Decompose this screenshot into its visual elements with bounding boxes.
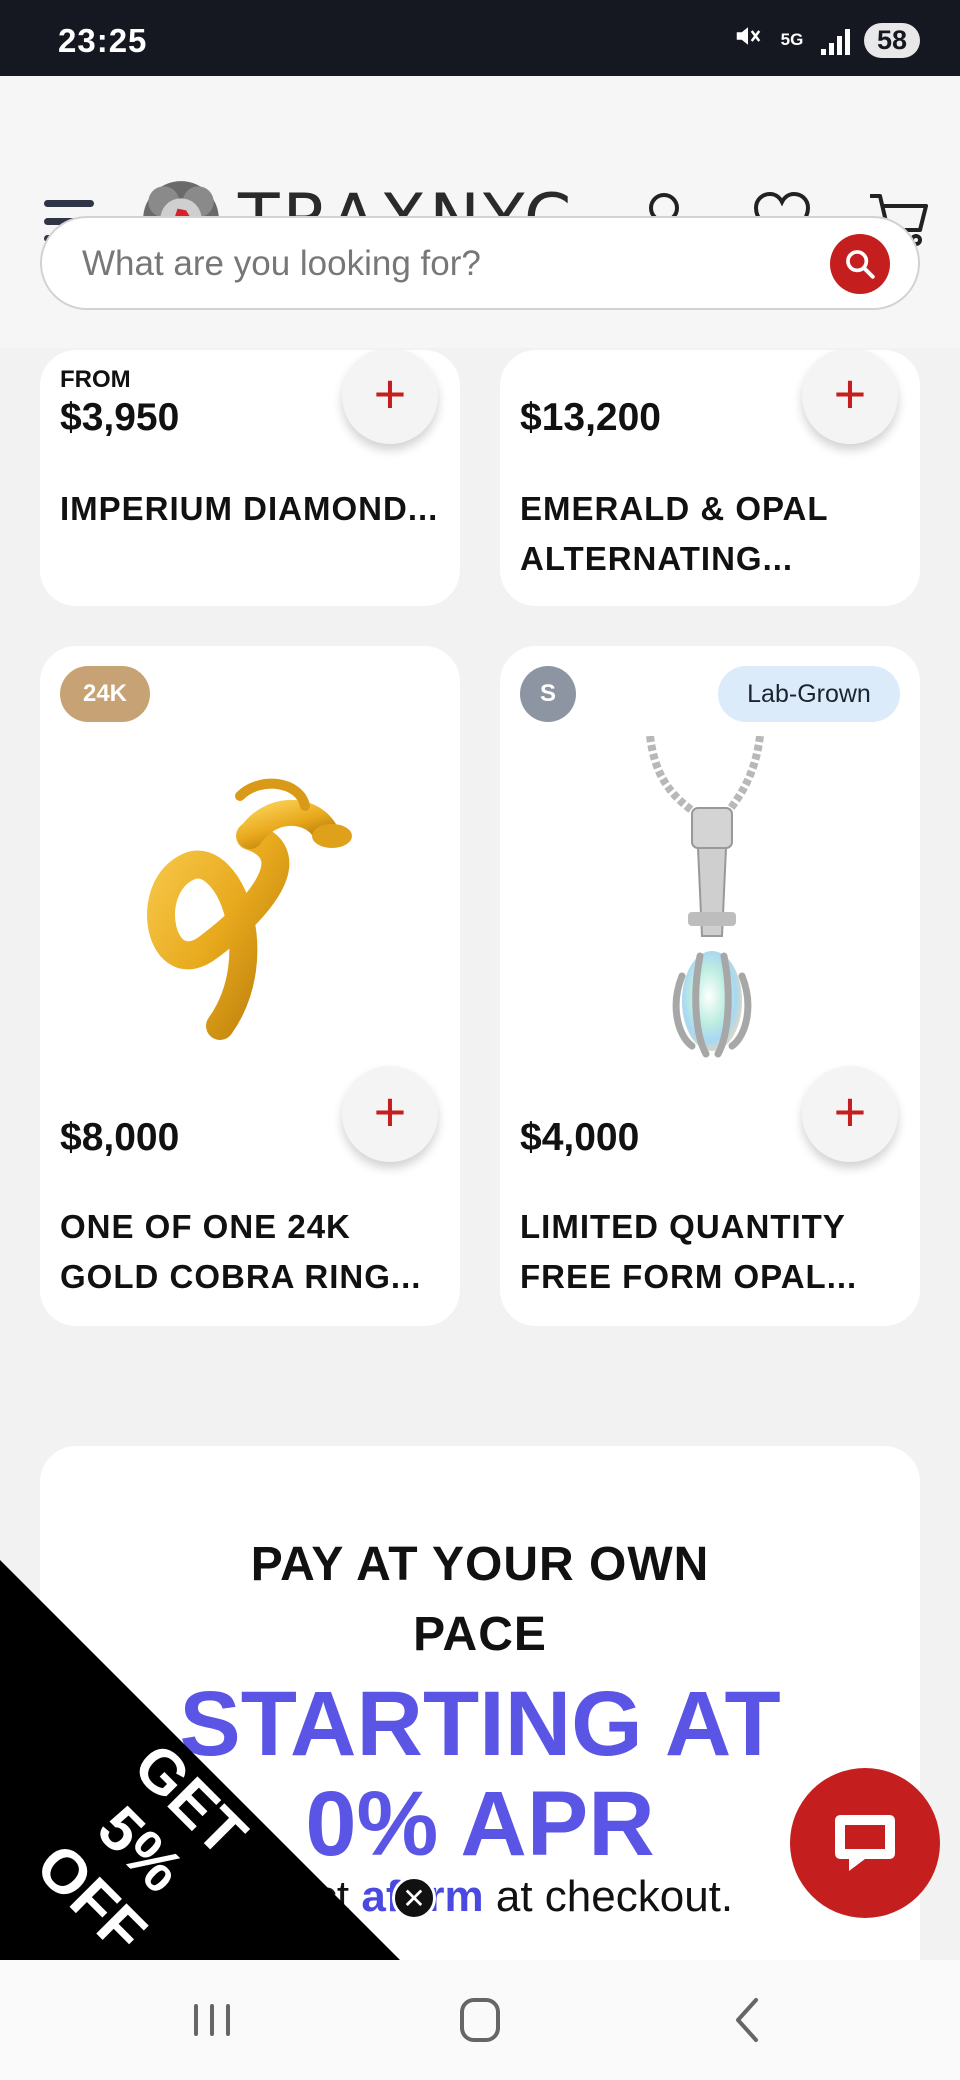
plus-icon: + [833, 362, 867, 425]
chat-icon [835, 1815, 895, 1871]
opal-claw-pendant-image [646, 736, 764, 1058]
product-title[interactable]: IMPERIUM DIAMOND... [60, 484, 440, 534]
home-icon[interactable] [450, 1994, 510, 2046]
5g-icon: 5G [780, 30, 804, 49]
checkout-text: at checkout. [495, 1872, 734, 1921]
battery-icon: 58 [864, 22, 920, 58]
product-card[interactable]: FROM $3,950 + IMPERIUM DIAMOND... [40, 350, 460, 606]
metal-badge: S [520, 666, 576, 722]
product-card[interactable]: 24K + $8,000 ONE OF ONE 24K GOLD COBRA R… [40, 646, 460, 1326]
product-card[interactable]: S Lab-Grown + $4,000 LIMITED QUANTITY FR… [500, 646, 920, 1326]
karat-badge: 24K [60, 666, 150, 722]
plus-icon: + [833, 1080, 867, 1143]
recent-apps-icon[interactable] [182, 1994, 242, 2046]
product-price: $13,200 [520, 396, 661, 439]
product-price: $8,000 [60, 1116, 180, 1159]
add-to-cart-button[interactable]: + [342, 1066, 438, 1162]
lab-grown-badge: Lab-Grown [718, 666, 900, 722]
plus-icon: + [373, 1080, 407, 1143]
price-from-label: FROM [60, 366, 131, 393]
product-price: $4,000 [520, 1116, 640, 1159]
add-to-cart-button[interactable]: + [802, 1066, 898, 1162]
system-nav-bar [0, 1960, 960, 2080]
search-input[interactable] [82, 236, 842, 292]
status-time: 23:25 [58, 22, 148, 59]
gold-cobra-ring-image [147, 778, 352, 1040]
product-price: $3,950 [60, 396, 180, 439]
add-to-cart-button[interactable]: + [342, 350, 438, 444]
promo-close-button[interactable]: ✕ [392, 1876, 436, 1920]
product-title[interactable]: EMERALD & OPAL ALTERNATING... [520, 484, 900, 584]
search-button[interactable] [830, 234, 890, 294]
status-icons: 5G 58 [733, 20, 920, 60]
add-to-cart-button[interactable]: + [802, 350, 898, 444]
chat-button[interactable] [790, 1768, 940, 1918]
product-title[interactable]: LIMITED QUANTITY FREE FORM OPAL... [520, 1202, 900, 1302]
plus-icon: + [373, 362, 407, 425]
product-card[interactable]: $13,200 + EMERALD & OPAL ALTERNATING... [500, 350, 920, 606]
search-bar [40, 216, 920, 310]
search-icon [846, 250, 875, 279]
product-title[interactable]: ONE OF ONE 24K GOLD COBRA RING... [60, 1202, 440, 1302]
promo-ribbon[interactable]: GET 5% OFF [0, 1560, 400, 1960]
mute-icon [733, 21, 763, 59]
back-icon[interactable] [718, 1994, 778, 2046]
signal-icon [821, 25, 850, 55]
status-bar: 23:25 5G 58 [0, 0, 960, 76]
